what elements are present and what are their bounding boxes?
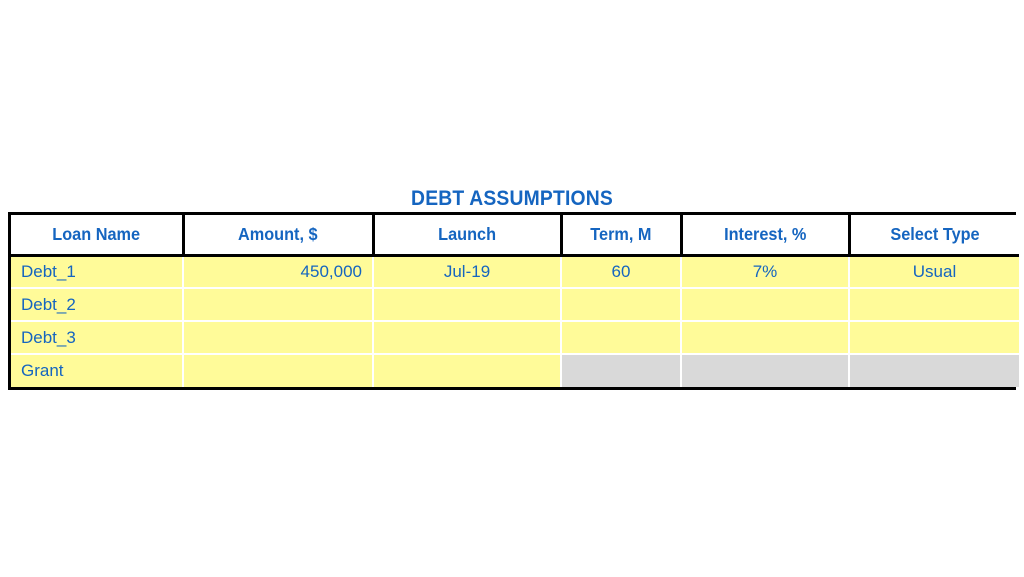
cell-term[interactable]: [561, 288, 682, 322]
column-header-select-type[interactable]: Select Type: [849, 215, 1019, 257]
cell-interest[interactable]: 7%: [681, 255, 850, 289]
header-row: Loan Name Amount, $ Launch Term, M Inter…: [11, 215, 1019, 257]
column-header-amount-label: Amount, $: [238, 223, 318, 244]
column-header-term-m-label: Term, M: [590, 223, 652, 244]
cell-loan-name[interactable]: Grant: [11, 354, 184, 387]
cell-amount[interactable]: [183, 354, 374, 387]
spreadsheet-canvas: DEBT ASSUMPTIONS Loan Name Amount, $ Lau…: [0, 0, 1024, 577]
column-header-interest-pct-label: Interest, %: [723, 223, 807, 244]
table-row: Grant: [11, 354, 1019, 387]
cell-select-type[interactable]: [849, 288, 1019, 322]
table-header: Loan Name Amount, $ Launch Term, M Inter…: [11, 215, 1019, 257]
cell-launch[interactable]: [373, 288, 562, 322]
cell-select-type[interactable]: Usual: [849, 255, 1019, 289]
debt-table: Loan Name Amount, $ Launch Term, M Inter…: [11, 215, 1019, 387]
table-row: Debt_1 450,000 Jul-19 60 7% Usual: [11, 255, 1019, 289]
table-row: Debt_2: [11, 288, 1019, 322]
cell-select-type[interactable]: [849, 321, 1019, 355]
cell-amount[interactable]: 450,000: [183, 255, 374, 289]
column-header-launch[interactable]: Launch: [373, 215, 563, 257]
cell-term[interactable]: 60: [561, 255, 682, 289]
column-header-launch-label: Launch: [438, 223, 496, 244]
page-title: DEBT ASSUMPTIONS: [411, 187, 613, 210]
debt-assumptions-table: Loan Name Amount, $ Launch Term, M Inter…: [8, 212, 1019, 390]
cell-loan-name[interactable]: Debt_1: [11, 255, 184, 289]
column-header-loan-name-label: Loan Name: [52, 223, 141, 244]
table-body: Debt_1 450,000 Jul-19 60 7% Usual Debt_2: [11, 255, 1019, 387]
cell-loan-name[interactable]: Debt_2: [11, 288, 184, 322]
column-header-select-type-label: Select Type: [890, 223, 980, 244]
table-row: Debt_3: [11, 321, 1019, 355]
cell-select-type: [849, 354, 1019, 387]
cell-interest[interactable]: [681, 288, 850, 322]
cell-launch[interactable]: [373, 321, 562, 355]
column-header-amount[interactable]: Amount, $: [183, 215, 375, 257]
column-header-loan-name[interactable]: Loan Name: [11, 215, 185, 257]
cell-interest: [681, 354, 850, 387]
column-header-term-m[interactable]: Term, M: [561, 215, 683, 257]
cell-term: [561, 354, 682, 387]
column-header-interest-pct[interactable]: Interest, %: [681, 215, 851, 257]
cell-term[interactable]: [561, 321, 682, 355]
cell-launch[interactable]: Jul-19: [373, 255, 562, 289]
cell-interest[interactable]: [681, 321, 850, 355]
cell-launch[interactable]: [373, 354, 562, 387]
cell-amount[interactable]: [183, 321, 374, 355]
cell-amount[interactable]: [183, 288, 374, 322]
cell-loan-name[interactable]: Debt_3: [11, 321, 184, 355]
